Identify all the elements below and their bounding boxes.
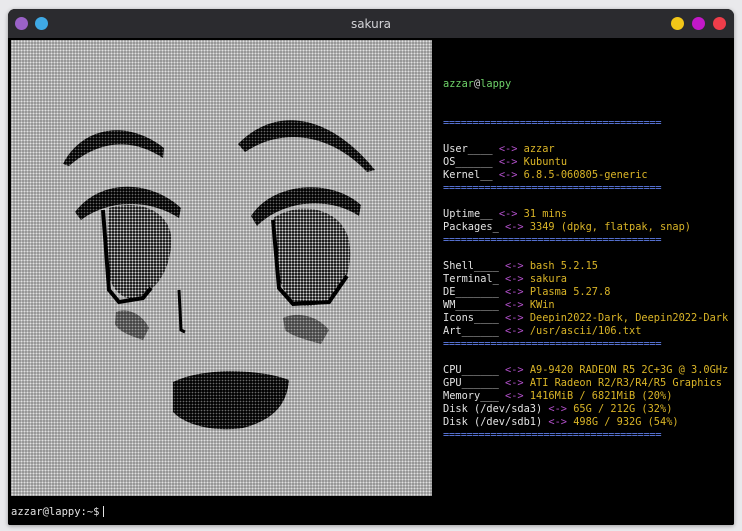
left-eye bbox=[106, 205, 172, 299]
terminal-area[interactable]: azzar@lappy ============================… bbox=[8, 38, 734, 525]
info-row: OS______ <-> Kubuntu bbox=[443, 156, 733, 169]
system-info-panel: azzar@lappy ============================… bbox=[443, 52, 733, 468]
info-key: Kernel__ bbox=[443, 169, 493, 181]
info-value: 3349 (dpkg, flatpak, snap) bbox=[529, 221, 691, 233]
hostname: lappy bbox=[480, 78, 512, 90]
arrow-symbol: <-> bbox=[505, 377, 524, 389]
info-key: GPU______ bbox=[443, 377, 499, 389]
info-key: Icons____ bbox=[443, 312, 499, 324]
arrow-symbol: <-> bbox=[505, 325, 524, 337]
info-key: OS______ bbox=[443, 156, 493, 168]
info-key: Memory___ bbox=[443, 390, 499, 402]
separator-line: ===================================== bbox=[443, 429, 662, 441]
arrow-symbol: <-> bbox=[505, 364, 524, 376]
ascii-art-image bbox=[11, 40, 432, 496]
info-groups: ===================================== Use… bbox=[443, 117, 733, 442]
arrow-symbol: <-> bbox=[548, 416, 568, 428]
info-value: /usr/ascii/106.txt bbox=[529, 325, 642, 337]
arrow-symbol: <-> bbox=[505, 221, 524, 233]
info-key: Disk (/dev/sdb1) bbox=[443, 416, 543, 428]
separator-line: ===================================== bbox=[443, 182, 662, 194]
username: azzar bbox=[443, 78, 474, 90]
info-value: Kubuntu bbox=[523, 156, 568, 168]
arrow-symbol: <-> bbox=[498, 169, 518, 181]
info-value: 6.8.5-060805-generic bbox=[523, 169, 648, 181]
info-value: 1416MiB / 6821MiB (20%) bbox=[529, 390, 673, 402]
terminal-window: sakura azzar@lappy =====================… bbox=[8, 9, 734, 525]
info-value: azzar bbox=[523, 143, 555, 155]
info-key: CPU______ bbox=[443, 364, 499, 376]
info-value: 498G / 932G (54%) bbox=[573, 416, 679, 428]
arrow-symbol: <-> bbox=[505, 260, 524, 272]
info-row: Uptime__ <-> 31 mins bbox=[443, 208, 733, 221]
separator-line: ===================================== bbox=[443, 234, 662, 246]
text-cursor bbox=[102, 506, 104, 517]
anime-face-art bbox=[63, 120, 375, 430]
info-row: User____ <-> azzar bbox=[443, 143, 733, 156]
arrow-symbol: <-> bbox=[548, 403, 568, 415]
info-row: Disk (/dev/sda3) <-> 65G / 212G (32%) bbox=[443, 403, 733, 416]
arrow-symbol: <-> bbox=[505, 312, 524, 324]
info-row: WM_______ <-> KWin bbox=[443, 299, 733, 312]
nose bbox=[177, 289, 186, 334]
info-value: sakura bbox=[529, 273, 568, 285]
info-key: Shell____ bbox=[443, 260, 499, 272]
maximize-button[interactable] bbox=[692, 17, 705, 30]
info-value: ATI Radeon R2/R3/R4/R5 Graphics bbox=[529, 377, 722, 389]
window-title: sakura bbox=[350, 17, 392, 31]
info-value: Deepin2022-Dark, Deepin2022-Dark bbox=[529, 312, 729, 324]
info-row: Art______ <-> /usr/ascii/106.txt bbox=[443, 325, 733, 338]
left-eyebrow bbox=[63, 130, 164, 166]
close-button[interactable] bbox=[713, 17, 726, 30]
arrow-symbol: <-> bbox=[505, 286, 524, 298]
arrow-symbol: <-> bbox=[505, 273, 524, 285]
info-value: 65G / 212G (32%) bbox=[573, 403, 673, 415]
separator-line: ===================================== bbox=[443, 338, 662, 350]
arrow-symbol: <-> bbox=[505, 390, 524, 402]
user-host-line: azzar@lappy bbox=[443, 78, 733, 91]
info-row: Shell____ <-> bash 5.2.15 bbox=[443, 260, 733, 273]
info-key: DE_______ bbox=[443, 286, 499, 298]
info-row: Icons____ <-> Deepin2022-Dark, Deepin202… bbox=[443, 312, 733, 325]
info-row: DE_______ <-> Plasma 5.27.8 bbox=[443, 286, 733, 299]
info-row: CPU______ <-> A9-9420 RADEON R5 2C+3G @ … bbox=[443, 364, 733, 377]
right-blush bbox=[283, 314, 329, 344]
info-row: Kernel__ <-> 6.8.5-060805-generic bbox=[443, 169, 733, 182]
info-key: Terminal_ bbox=[443, 273, 499, 285]
info-row: Terminal_ <-> sakura bbox=[443, 273, 733, 286]
info-key: Packages_ bbox=[443, 221, 499, 233]
info-value: KWin bbox=[529, 299, 555, 311]
right-eyebrow bbox=[238, 120, 375, 172]
separator-line: ===================================== bbox=[443, 117, 662, 129]
info-row: Disk (/dev/sdb1) <-> 498G / 932G (54%) bbox=[443, 416, 733, 429]
info-value: bash 5.2.15 bbox=[529, 260, 599, 272]
arrow-symbol: <-> bbox=[505, 299, 524, 311]
info-row: Packages_ <-> 3349 (dpkg, flatpak, snap) bbox=[443, 221, 733, 234]
prompt-text: azzar@lappy:~$ bbox=[11, 506, 100, 518]
info-value: 31 mins bbox=[523, 208, 568, 220]
info-value: Plasma 5.27.8 bbox=[529, 286, 611, 298]
info-row: Memory___ <-> 1416MiB / 6821MiB (20%) bbox=[443, 390, 733, 403]
info-key: Disk (/dev/sda3) bbox=[443, 403, 543, 415]
info-key: Art______ bbox=[443, 325, 499, 337]
arrow-symbol: <-> bbox=[498, 156, 518, 168]
minimize-button[interactable] bbox=[671, 17, 684, 30]
title-bar[interactable]: sakura bbox=[8, 9, 734, 38]
info-value: A9-9420 RADEON R5 2C+3G @ 3.0GHz bbox=[529, 364, 729, 376]
info-key: Uptime__ bbox=[443, 208, 493, 220]
arrow-symbol: <-> bbox=[498, 143, 518, 155]
info-row: GPU______ <-> ATI Radeon R2/R3/R4/R5 Gra… bbox=[443, 377, 733, 390]
shell-prompt[interactable]: azzar@lappy:~$ bbox=[11, 506, 104, 518]
arrow-symbol: <-> bbox=[498, 208, 518, 220]
info-key: User____ bbox=[443, 143, 493, 155]
left-blush bbox=[115, 310, 149, 340]
info-key: WM_______ bbox=[443, 299, 499, 311]
mouth bbox=[173, 371, 289, 430]
